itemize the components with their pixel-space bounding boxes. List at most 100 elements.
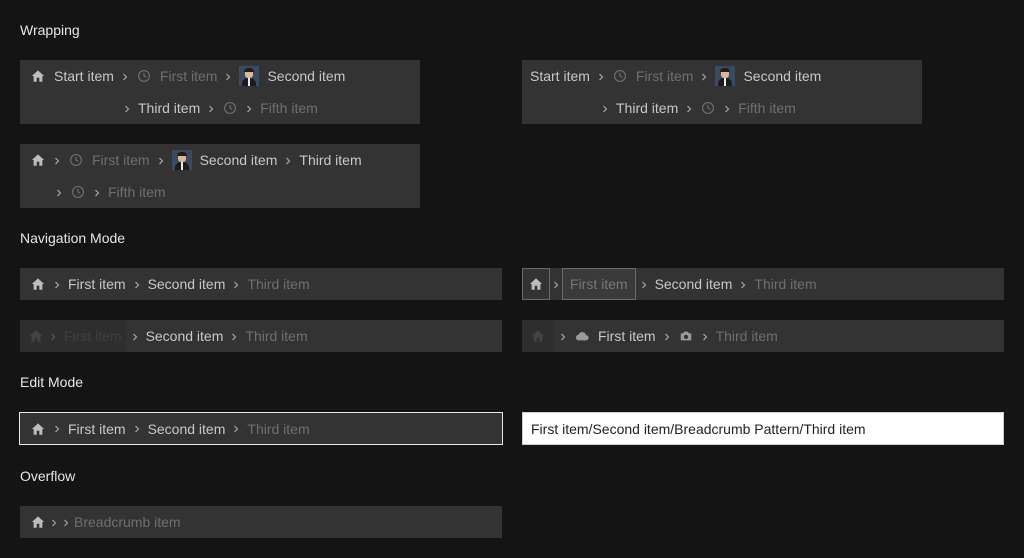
breadcrumb-item-third[interactable]: Third item — [614, 92, 680, 124]
avatar — [715, 66, 736, 86]
breadcrumb-item-second[interactable]: Second item — [146, 268, 228, 300]
breadcrumb-item-fourth[interactable] — [698, 92, 718, 124]
breadcrumb-label: First item — [68, 420, 126, 437]
breadcrumb-item-first[interactable]: First item — [66, 413, 128, 445]
breadcrumb-item-home[interactable] — [28, 506, 48, 538]
camera-icon — [678, 328, 694, 344]
breadcrumb-row: First item Second item Third item — [20, 144, 364, 176]
breadcrumb-label: Third item — [247, 276, 310, 292]
chevron-right-icon — [680, 101, 698, 116]
breadcrumb-item-start[interactable]: Start item — [528, 60, 592, 92]
breadcrumb-label: First item — [64, 328, 122, 344]
breadcrumb-label: Fifth item — [260, 100, 318, 116]
breadcrumb-label: Second item — [654, 276, 733, 292]
home-icon — [30, 276, 46, 292]
breadcrumb-item-first[interactable]: First item — [66, 268, 128, 300]
breadcrumb-item-first[interactable]: First item — [572, 320, 658, 352]
chevron-right-icon — [718, 101, 736, 116]
chevron-right-icon — [44, 329, 62, 344]
chevron-right-icon — [596, 101, 614, 116]
breadcrumb-item-third[interactable]: Third item — [245, 413, 311, 445]
breadcrumb-item-home[interactable] — [28, 144, 48, 176]
breadcrumb-label: Fifth item — [738, 100, 796, 116]
breadcrumb-label: Second item — [199, 152, 278, 168]
home-icon — [30, 68, 46, 84]
breadcrumb-overflow: Breadcrumb item — [20, 506, 502, 538]
breadcrumb-label: Third item — [245, 328, 308, 344]
chevron-right-icon — [658, 329, 676, 344]
breadcrumb-item-home[interactable] — [28, 268, 48, 300]
breadcrumb-item-fourth[interactable] — [68, 176, 88, 208]
breadcrumb-label: Second item — [147, 420, 226, 437]
breadcrumb-row: Start item First item Second item — [522, 60, 823, 92]
clock-icon — [700, 100, 716, 116]
breadcrumb-item-second[interactable]: Second item — [237, 60, 347, 92]
home-icon — [530, 328, 546, 344]
section-title-navigation-mode: Navigation Mode — [20, 230, 126, 246]
breadcrumb-item-third[interactable]: Third item — [245, 268, 311, 300]
breadcrumb-item-third[interactable]: Third item — [714, 320, 780, 352]
chevron-right-icon — [279, 153, 297, 168]
chevron-right-icon — [734, 277, 752, 292]
chevron-right-icon — [696, 329, 714, 344]
breadcrumb-item-first[interactable]: First item — [610, 60, 696, 92]
breadcrumb-label: First item — [68, 276, 126, 292]
home-icon — [30, 514, 46, 530]
home-icon — [528, 276, 544, 292]
clock-icon — [136, 68, 152, 84]
breadcrumb-row: Start item First item Second item — [20, 60, 347, 92]
breadcrumb-item-fifth[interactable]: Fifth item — [106, 176, 168, 208]
breadcrumb-wrapping-3: First item Second item Third item Fifth … — [20, 144, 420, 208]
home-icon — [30, 421, 46, 437]
breadcrumb-label: Start item — [54, 68, 114, 84]
breadcrumb-item-fourth[interactable] — [220, 92, 240, 124]
breadcrumb-label: First item — [570, 276, 628, 292]
chevron-right-icon — [635, 277, 653, 292]
breadcrumb-item-first[interactable]: First item — [66, 144, 152, 176]
breadcrumb-item-last[interactable]: Breadcrumb item — [72, 506, 183, 538]
breadcrumb-item-first[interactable]: First item — [134, 60, 220, 92]
breadcrumb-item-third[interactable]: Third item — [297, 144, 363, 176]
breadcrumb-label: Fifth item — [108, 184, 166, 200]
chevron-right-icon — [48, 515, 60, 530]
chevron-right-icon — [227, 421, 245, 436]
breadcrumb-item-second[interactable]: Second item — [653, 268, 735, 300]
breadcrumb-label: First item — [598, 328, 656, 344]
breadcrumb-item-second[interactable]: Second item — [144, 320, 226, 352]
chevron-right-icon — [227, 277, 245, 292]
chevron-right-icon — [128, 277, 146, 292]
chevron-right-icon — [128, 421, 146, 436]
breadcrumb-label: Third item — [754, 276, 817, 292]
breadcrumb-item-third[interactable]: Third item — [752, 268, 818, 300]
breadcrumb-item-second[interactable] — [676, 320, 696, 352]
breadcrumb-label: First item — [635, 68, 694, 84]
breadcrumb-label: Third item — [299, 152, 362, 168]
breadcrumb-item-second[interactable]: Second item — [146, 413, 228, 445]
cloud-icon — [574, 328, 590, 344]
breadcrumb-item-home[interactable] — [522, 320, 554, 352]
breadcrumb-item-second[interactable]: Second item — [713, 60, 823, 92]
breadcrumb-item-fifth[interactable]: Fifth item — [258, 92, 320, 124]
clock-icon — [70, 184, 86, 200]
chevron-right-icon — [695, 69, 713, 84]
breadcrumb-item-fifth[interactable]: Fifth item — [736, 92, 798, 124]
breadcrumb-item-first[interactable]: First item — [562, 268, 636, 300]
chevron-right-icon — [240, 101, 258, 116]
breadcrumb-item-second[interactable]: Second item — [170, 144, 280, 176]
breadcrumb-item-home[interactable] — [522, 268, 550, 300]
breadcrumb-label: Second item — [147, 276, 226, 292]
breadcrumb-item-third[interactable]: Third item — [243, 320, 309, 352]
breadcrumb-item-start[interactable]: Start item — [28, 60, 116, 92]
breadcrumb-item-home[interactable] — [28, 413, 48, 445]
chevron-right-icon — [549, 277, 563, 292]
breadcrumb-path-input[interactable]: First item/Second item/Breadcrumb Patter… — [522, 412, 1004, 445]
breadcrumb-label: Breadcrumb item — [74, 514, 181, 530]
breadcrumb-item-third[interactable]: Third item — [136, 92, 202, 124]
overflow-chevron-icon[interactable] — [60, 515, 72, 530]
breadcrumb-navigation-1: First item Second item Third item — [20, 268, 502, 300]
chevron-right-icon — [116, 69, 134, 84]
breadcrumb-edit-1[interactable]: First item Second item Third item — [19, 412, 503, 445]
chevron-right-icon — [152, 153, 170, 168]
clock-icon — [222, 100, 238, 116]
chevron-right-icon — [48, 277, 66, 292]
